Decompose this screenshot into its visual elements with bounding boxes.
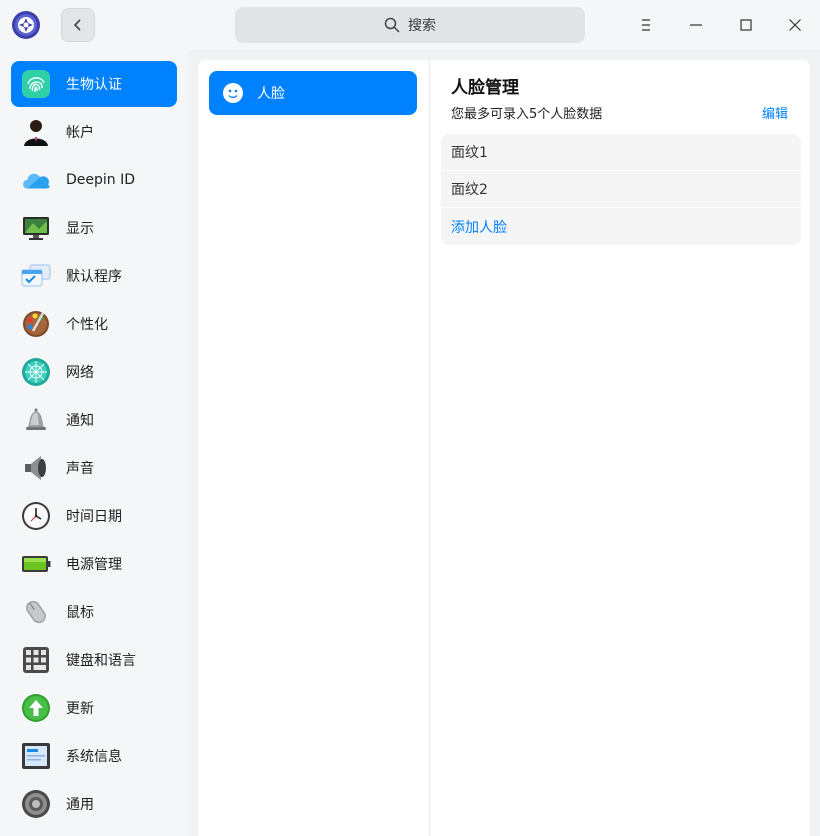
sidebar-item-label: 更新 [66,701,94,717]
sidebar-item-power[interactable]: 电源管理 [11,541,177,587]
biometric-type-panel: 人脸 [198,60,429,836]
page-title: 人脸管理 [451,78,519,98]
sidebar-item-label: 声音 [66,461,94,477]
sidebar-item-label: 通知 [66,413,94,429]
list-item[interactable]: 面纹2 [441,171,801,208]
sidebar-item-label: 网络 [66,365,94,381]
menu-icon [642,19,650,31]
network-icon [20,356,52,388]
fingerprint-icon [20,68,52,100]
bell-icon [20,404,52,436]
list-item[interactable]: 面纹1 [441,134,801,171]
sidebar-item-label: 个性化 [66,317,108,333]
sidebar-item-label: 键盘和语言 [66,653,136,669]
display-icon [20,212,52,244]
sidebar-item-label: 鼠标 [66,605,94,621]
sidebar-item-biometric[interactable]: 生物认证 [11,61,177,107]
search-placeholder: 搜索 [408,18,436,34]
sidebar-item-label: 系统信息 [66,749,122,765]
face-icon [222,82,244,104]
sidebar-item-account[interactable]: 帐户 [11,109,177,155]
speaker-icon [20,452,52,484]
sidebar-item-label: 生物认证 [66,77,122,93]
title-bar: 搜索 [0,0,820,50]
face-list: 面纹1 面纹2 添加人脸 [441,134,801,245]
battery-icon [20,548,52,580]
keyboard-icon [20,644,52,676]
edit-button[interactable]: 编辑 [762,103,788,122]
chevron-left-icon [73,19,81,31]
sidebar-item-system-info[interactable]: 系统信息 [11,733,177,779]
face-type-label: 人脸 [257,86,285,102]
back-button[interactable] [61,8,95,42]
mouse-icon [20,596,52,628]
sidebar-item-datetime[interactable]: 时间日期 [11,493,177,539]
sidebar-item-update[interactable]: 更新 [11,685,177,731]
default-apps-icon [20,260,52,292]
sidebar-item-general[interactable]: 通用 [11,781,177,827]
sidebar-item-label: 帐户 [66,125,94,141]
face-limit-hint: 您最多可录入5个人脸数据 [451,107,603,122]
sidebar-item-sound[interactable]: 声音 [11,445,177,491]
sidebar-item-label: 通用 [66,797,94,813]
menu-button[interactable] [631,10,661,40]
sidebar-item-keyboard[interactable]: 键盘和语言 [11,637,177,683]
sidebar-item-label: Deepin ID [66,172,136,188]
sidebar-item-default-apps[interactable]: 默认程序 [11,253,177,299]
maximize-button[interactable] [731,10,761,40]
clock-icon [20,500,52,532]
sidebar-item-network[interactable]: 网络 [11,349,177,395]
close-icon [789,19,801,31]
sidebar: 生物认证 帐户 Deepin ID 显示 默认程序 个性化 网络 通知 声音 时… [0,50,188,836]
minimize-button[interactable] [681,10,711,40]
face-management-panel: 人脸管理 您最多可录入5个人脸数据 编辑 面纹1 面纹2 添加人脸 [429,60,810,836]
search-input[interactable]: 搜索 [235,7,585,43]
sidebar-item-deepin-id[interactable]: Deepin ID [11,157,177,203]
sidebar-item-personalization[interactable]: 个性化 [11,301,177,347]
sidebar-item-label: 默认程序 [66,269,122,285]
sidebar-item-label: 时间日期 [66,509,122,525]
sidebar-item-label: 电源管理 [66,557,122,573]
add-face-button[interactable]: 添加人脸 [441,208,801,245]
face-type-item[interactable]: 人脸 [209,71,417,115]
sidebar-item-display[interactable]: 显示 [11,205,177,251]
app-logo-icon [11,10,41,40]
search-icon [384,17,400,33]
sidebar-item-notification[interactable]: 通知 [11,397,177,443]
minimize-icon [690,24,702,26]
maximize-icon [740,19,752,31]
sidebar-item-label: 显示 [66,221,94,237]
close-button[interactable] [780,10,810,40]
palette-icon [20,308,52,340]
cloud-icon [20,164,52,196]
update-icon [20,692,52,724]
system-info-icon [20,740,52,772]
gear-icon [20,788,52,820]
sidebar-item-mouse[interactable]: 鼠标 [11,589,177,635]
account-icon [20,116,52,148]
